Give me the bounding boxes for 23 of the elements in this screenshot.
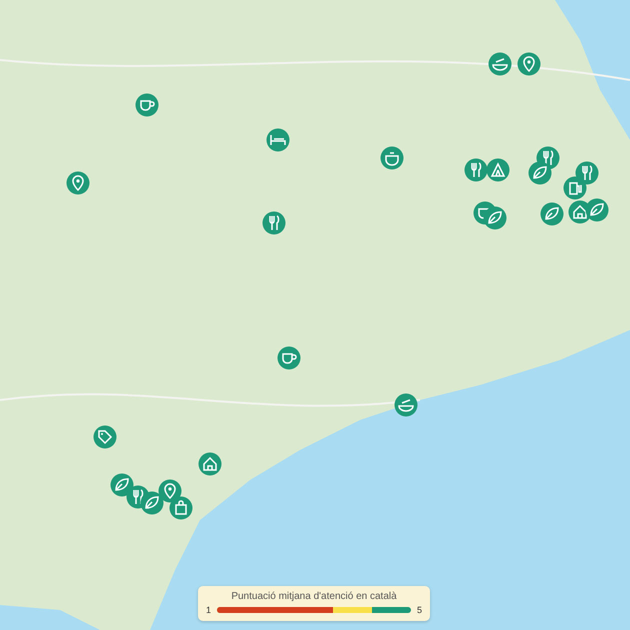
legend-title: Puntuació mitjana d'atenció en català (231, 591, 397, 602)
legend-min-label: 1 (206, 605, 212, 615)
location-pin-icon[interactable] (66, 171, 90, 195)
legend-max-label: 5 (416, 605, 422, 615)
pot-pin-icon[interactable] (380, 146, 404, 170)
location-pin-icon[interactable] (517, 52, 541, 76)
cup-pin-icon[interactable] (135, 93, 159, 117)
cutlery-pin-icon[interactable] (262, 211, 286, 235)
leaf-pin-icon[interactable] (585, 198, 609, 222)
food-pin-icon[interactable] (488, 52, 512, 76)
fuel-pin-icon[interactable] (563, 176, 587, 200)
house-pin-icon[interactable] (198, 452, 222, 476)
food-pin-icon[interactable] (394, 393, 418, 417)
cup-pin-icon[interactable] (277, 346, 301, 370)
cutlery-pin-icon[interactable] (464, 158, 488, 182)
leaf-pin-icon[interactable] (540, 202, 564, 226)
tag-pin-icon[interactable] (93, 425, 117, 449)
bag-pin-icon[interactable] (169, 496, 193, 520)
tent-pin-icon[interactable] (486, 158, 510, 182)
leaf-pin-icon[interactable] (140, 491, 164, 515)
leaf-pin-icon[interactable] (483, 206, 507, 230)
leaf-pin-icon[interactable] (528, 161, 552, 185)
bed-pin-icon[interactable] (266, 128, 290, 152)
